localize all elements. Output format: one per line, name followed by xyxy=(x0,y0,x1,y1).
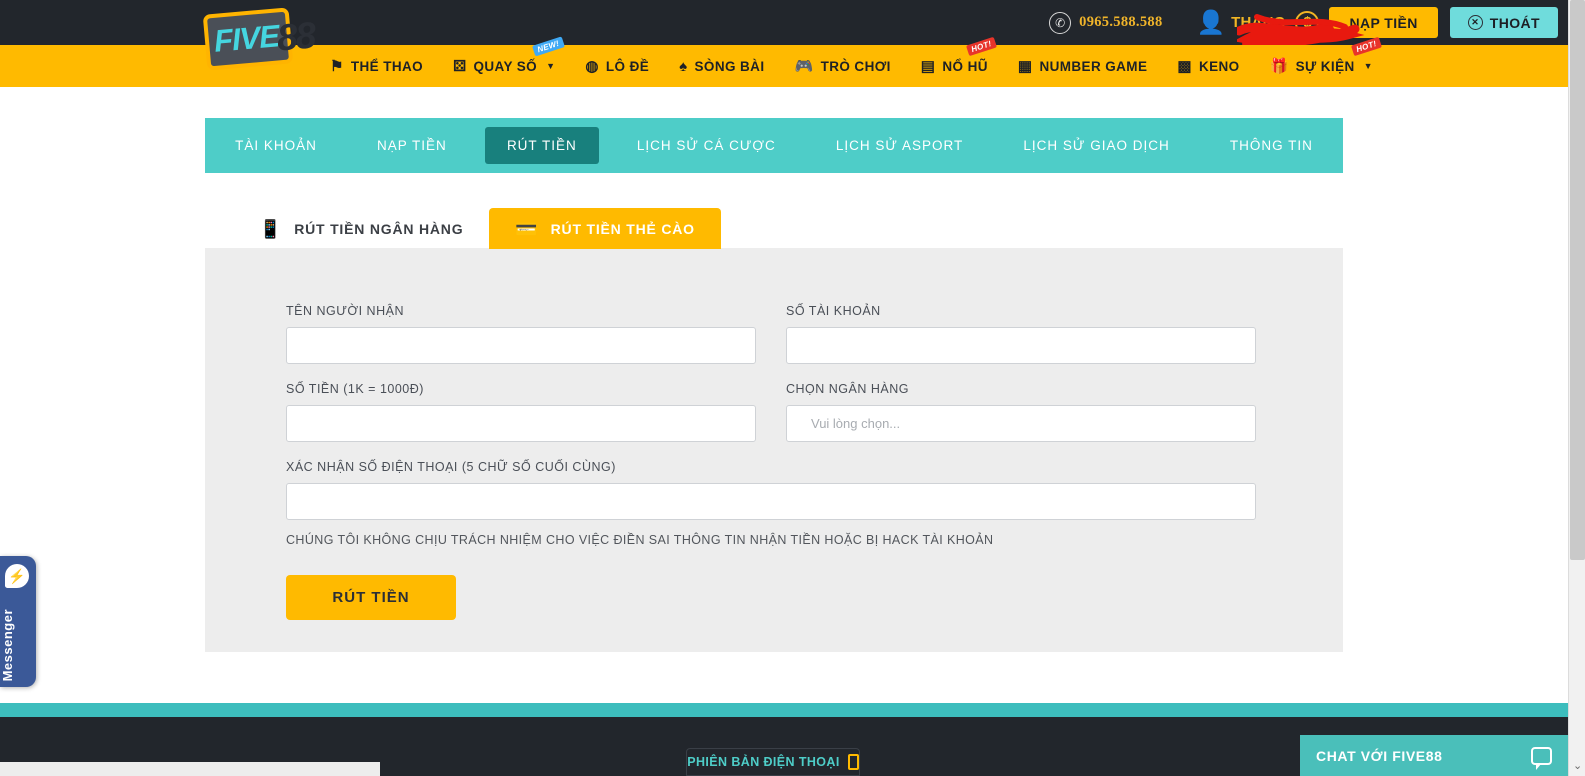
nav-item-keno[interactable]: ▩ KENO xyxy=(1177,59,1239,74)
nav-item-quay-số[interactable]: ⚄QUAY SỐ▼NEW! xyxy=(453,59,555,74)
chat-bubble-icon xyxy=(1531,747,1552,765)
prepaid-card-icon: 💳 xyxy=(515,220,538,238)
subtab-bank-label: RÚT TIỀN NGÂN HÀNG xyxy=(294,221,463,237)
nav-item-thể-thao[interactable]: ⚑ THỂ THAO xyxy=(330,59,423,74)
nav-icon-0: ⚑ xyxy=(330,59,344,74)
user-account-block[interactable]: 👤 THANG $ xyxy=(1197,11,1320,35)
withdraw-submit-button[interactable]: RÚT TIỀN xyxy=(286,575,456,620)
nav-item-sự-kiện[interactable]: 🎁SỰ KIỆN▼HOT! xyxy=(1270,59,1373,74)
withdraw-panel: TÊN NGƯỜI NHẬN SỐ TÀI KHOẢN SỐ TIỀN (1K … xyxy=(205,248,1343,652)
amount-input[interactable] xyxy=(286,405,756,442)
nav-label: QUAY SỐ xyxy=(474,59,538,74)
logout-button[interactable]: ✕ THOÁT xyxy=(1450,7,1558,38)
refresh-dollar-icon[interactable]: $ xyxy=(1295,11,1319,35)
nav-item-sòng-bài[interactable]: ♠ SÒNG BÀI xyxy=(679,59,764,74)
nav-icon-7: ▩ xyxy=(1177,59,1192,74)
footer-teal-divider xyxy=(0,703,1568,717)
field-account-number: SỐ TÀI KHOẢN xyxy=(786,304,1256,364)
nav-label: KENO xyxy=(1199,59,1240,74)
hotline-number: 0965.588.588 xyxy=(1079,14,1162,31)
receiver-name-label: TÊN NGƯỜI NHẬN xyxy=(286,304,756,318)
bank-select-label: CHỌN NGÂN HÀNG xyxy=(786,382,1256,396)
withdraw-disclaimer: CHÚNG TÔI KHÔNG CHỊU TRÁCH NHIỆM CHO VIỆ… xyxy=(286,533,1262,547)
chevron-down-icon: ▼ xyxy=(546,61,555,71)
chat-widget-bar[interactable]: CHAT VỚI FIVE88 xyxy=(1300,735,1568,776)
tab-lịch-sử-giao-dịch[interactable]: LỊCH SỬ GIAO DỊCH xyxy=(1001,127,1191,164)
nav-label: NỔ HŨ xyxy=(942,59,988,74)
scrollbar-thumb[interactable] xyxy=(1570,0,1585,560)
field-amount: SỐ TIỀN (1K = 1000Đ) xyxy=(286,364,756,442)
page-root: ✆ 0965.588.588 👤 THANG $ NẠP TIỀN ✕ THOÁ… xyxy=(0,0,1585,776)
close-circle-icon: ✕ xyxy=(1468,15,1483,30)
subtab-card-withdraw[interactable]: 💳 RÚT TIỀN THẺ CÀO xyxy=(489,208,720,249)
bank-select-dropdown[interactable]: Vui lòng chọn... xyxy=(786,405,1256,442)
nav-label: THỂ THAO xyxy=(351,59,423,74)
form-row-2: SỐ TIỀN (1K = 1000Đ) CHỌN NGÂN HÀNG Vui … xyxy=(286,364,1262,442)
messenger-side-tab[interactable]: ⚡ Messenger xyxy=(0,556,36,687)
nav-item-trò-chơi[interactable]: 🎮 TRÒ CHƠI xyxy=(795,59,891,74)
tab-lịch-sử-cá-cược[interactable]: LỊCH SỬ CÁ CƯỢC xyxy=(615,127,798,164)
username-label: THANG xyxy=(1231,14,1285,31)
account-number-input[interactable] xyxy=(786,327,1256,364)
withdraw-subtab-group: 📱 RÚT TIỀN NGÂN HÀNG 💳 RÚT TIỀN THẺ CÀO xyxy=(233,208,721,249)
deposit-button[interactable]: NẠP TIỀN xyxy=(1329,7,1437,38)
field-bank-select: CHỌN NGÂN HÀNG Vui lòng chọn... xyxy=(786,364,1256,442)
nav-label: TRÒ CHƠI xyxy=(821,59,891,74)
mobile-version-button[interactable]: PHIÊN BẢN ĐIỆN THOẠI xyxy=(686,748,860,776)
nav-item-nổ-hũ[interactable]: ▤NỔ HŨHOT! xyxy=(921,59,988,74)
nav-label: NUMBER GAME xyxy=(1039,59,1147,74)
site-logo[interactable]: FIVE 88 xyxy=(205,5,325,73)
receiver-name-input[interactable] xyxy=(286,327,756,364)
tab-lịch-sử-asport[interactable]: LỊCH SỬ ASPORT xyxy=(814,127,985,164)
bank-select-value: Vui lòng chọn... xyxy=(811,416,900,431)
scroll-down-arrow-icon[interactable]: ⌄ xyxy=(1573,759,1582,772)
chevron-down-icon: ▼ xyxy=(1364,61,1373,71)
hotline-block: ✆ 0965.588.588 xyxy=(1049,12,1162,34)
user-avatar-icon: 👤 xyxy=(1197,11,1226,34)
mobile-version-label: PHIÊN BẢN ĐIỆN THOẠI xyxy=(687,755,839,769)
subtab-card-label: RÚT TIỀN THẺ CÀO xyxy=(551,221,695,237)
form-row-1: TÊN NGƯỜI NHẬN SỐ TÀI KHOẢN xyxy=(286,304,1262,364)
tab-nạp-tiền[interactable]: NẠP TIỀN xyxy=(355,127,469,164)
phone-confirm-input[interactable] xyxy=(286,483,1256,520)
amount-label: SỐ TIỀN (1K = 1000Đ) xyxy=(286,382,756,396)
withdraw-form: TÊN NGƯỜI NHẬN SỐ TÀI KHOẢN SỐ TIỀN (1K … xyxy=(286,304,1262,620)
nav-icon-6: ▦ xyxy=(1018,59,1033,74)
logo-five-text: FIVE xyxy=(213,18,281,60)
account-tab-bar: TÀI KHOẢN NẠP TIỀN RÚT TIỀN LỊCH SỬ CÁ CƯỢC… xyxy=(205,118,1343,173)
nav-label: LÔ ĐỀ xyxy=(606,59,649,74)
nav-icon-3: ♠ xyxy=(679,59,687,74)
nav-icon-1: ⚄ xyxy=(453,59,466,74)
field-receiver-name: TÊN NGƯỜI NHẬN xyxy=(286,304,756,364)
bank-hand-icon: 📱 xyxy=(259,220,282,238)
nav-icon-8: 🎁 xyxy=(1270,59,1289,74)
chat-widget-title: CHAT VỚI FIVE88 xyxy=(1316,748,1442,764)
mobile-phone-icon xyxy=(848,754,859,770)
account-number-label: SỐ TÀI KHOẢN xyxy=(786,304,1256,318)
field-phone-confirm: XÁC NHẬN SỐ ĐIỆN THOẠI (5 CHỮ SỐ CUỐI CÙ… xyxy=(286,442,1256,520)
nav-icon-5: ▤ xyxy=(921,59,936,74)
messenger-label: Messenger xyxy=(0,606,36,681)
phone-confirm-label: XÁC NHẬN SỐ ĐIỆN THOẠI (5 CHỮ SỐ CUỐI CÙ… xyxy=(286,460,1256,474)
nav-label: SÒNG BÀI xyxy=(695,59,765,74)
tab-thông-tin[interactable]: THÔNG TIN xyxy=(1208,127,1335,164)
nav-label: SỰ KIỆN xyxy=(1296,59,1355,74)
logo-88-text: 88 xyxy=(275,14,316,59)
nav-item-lô-đề[interactable]: ◍ LÔ ĐỀ xyxy=(585,59,649,74)
nav-icon-4: 🎮 xyxy=(795,59,814,74)
footer-left-panel xyxy=(0,762,380,776)
tab-rút-tiền[interactable]: RÚT TIỀN xyxy=(485,127,599,164)
page-scrollbar[interactable]: ⌄ xyxy=(1568,0,1585,776)
subtab-bank-withdraw[interactable]: 📱 RÚT TIỀN NGÂN HÀNG xyxy=(233,208,489,249)
tab-tài-khoản[interactable]: TÀI KHOẢN xyxy=(213,127,339,164)
logout-label: THOÁT xyxy=(1490,15,1540,31)
form-row-3: XÁC NHẬN SỐ ĐIỆN THOẠI (5 CHỮ SỐ CUỐI CÙ… xyxy=(286,442,1262,520)
nav-icon-2: ◍ xyxy=(585,59,599,74)
nav-item-number-game[interactable]: ▦ NUMBER GAME xyxy=(1018,59,1147,74)
phone-icon: ✆ xyxy=(1049,12,1071,34)
messenger-bolt-icon: ⚡ xyxy=(5,564,29,588)
